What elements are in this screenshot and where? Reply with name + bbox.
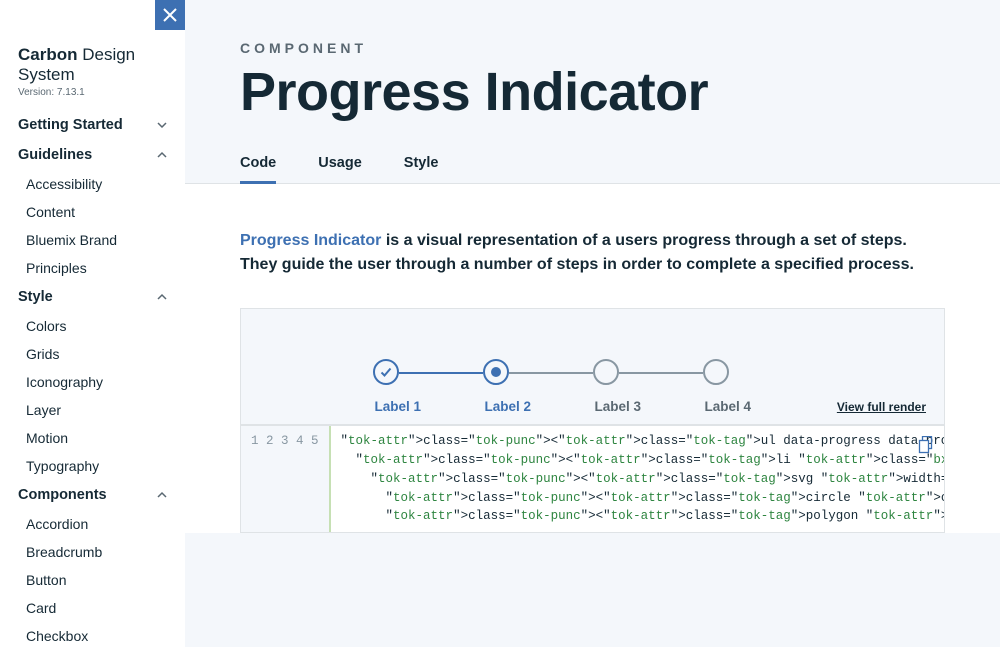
current-dot [491, 367, 501, 377]
step-label: Label 2 [483, 399, 532, 414]
nav-item-checkbox[interactable]: Checkbox [0, 622, 185, 650]
nav-item-grids[interactable]: Grids [0, 340, 185, 368]
tab-style[interactable]: Style [404, 149, 439, 183]
step-circle [703, 359, 729, 385]
eyebrow: COMPONENT [240, 40, 945, 56]
copy-code-button[interactable] [918, 436, 934, 461]
chevron-down-icon [157, 120, 167, 130]
nav-item-accordion[interactable]: Accordion [0, 510, 185, 538]
chevron-up-icon [157, 292, 167, 302]
step-label: Label 1 [373, 399, 422, 414]
code-gutter: 1 2 3 4 5 [241, 426, 331, 532]
page-title: Progress Indicator [240, 64, 945, 121]
example-container: Label 1 Label 2 Label 3 Label 4 View full r… [240, 308, 945, 425]
progress-step-4[interactable]: Label 4 [703, 359, 813, 414]
nav-item-typography[interactable]: Typography [0, 452, 185, 480]
step-connector [619, 372, 703, 374]
code-block: 1 2 3 4 5 "tok-attr">class="tok-punc"><"… [240, 425, 945, 533]
component-description: Progress Indicator is a visual represent… [240, 229, 920, 279]
view-full-render-link[interactable]: View full render [837, 400, 926, 414]
nav-section-style[interactable]: Style [0, 282, 185, 312]
progress-indicator-demo: Label 1 Label 2 Label 3 Label 4 [271, 359, 914, 414]
nav-item-principles[interactable]: Principles [0, 254, 185, 282]
chevron-up-icon [157, 150, 167, 160]
step-label: Label 3 [593, 399, 642, 414]
step-connector [399, 372, 483, 374]
page-header: COMPONENT Progress Indicator Code Usage St… [185, 0, 1000, 184]
nav-item-breadcrumb[interactable]: Breadcrumb [0, 538, 185, 566]
code-lines: "tok-attr">class="tok-punc"><"tok-attr">… [331, 426, 944, 532]
progress-step-1[interactable]: Label 1 [373, 359, 483, 414]
step-circle [373, 359, 399, 385]
tab-code[interactable]: Code [240, 149, 276, 183]
step-connector [509, 372, 593, 374]
nav-item-content[interactable]: Content [0, 198, 185, 226]
nav-item-colors[interactable]: Colors [0, 312, 185, 340]
content: Progress Indicator is a visual represent… [185, 184, 1000, 533]
chevron-up-icon [157, 490, 167, 500]
nav-item-iconography[interactable]: Iconography [0, 368, 185, 396]
nav-section-components[interactable]: Components [0, 480, 185, 510]
nav-item-button[interactable]: Button [0, 566, 185, 594]
step-circle [483, 359, 509, 385]
tab-strip: Code Usage Style [240, 149, 945, 183]
nav-item-motion[interactable]: Motion [0, 424, 185, 452]
progress-step-2[interactable]: Label 2 [483, 359, 593, 414]
progress-step-3[interactable]: Label 3 [593, 359, 703, 414]
close-icon [163, 8, 177, 22]
nav-item-layer[interactable]: Layer [0, 396, 185, 424]
nav-item-bluemix-brand[interactable]: Bluemix Brand [0, 226, 185, 254]
close-sidebar-button[interactable] [155, 0, 185, 30]
nav-item-card[interactable]: Card [0, 594, 185, 622]
brand-block: Carbon Design System Version: 7.13.1 [0, 30, 185, 110]
step-label: Label 4 [703, 399, 752, 414]
nav-section-guidelines[interactable]: Guidelines [0, 140, 185, 170]
component-link[interactable]: Progress Indicator [240, 232, 381, 249]
nav-item-accessibility[interactable]: Accessibility [0, 170, 185, 198]
sidebar-nav: Getting StartedGuidelinesAccessibilityCo… [0, 110, 185, 650]
check-icon [379, 365, 393, 379]
brand-title: Carbon Design System [18, 45, 167, 85]
nav-section-getting-started[interactable]: Getting Started [0, 110, 185, 140]
copy-icon [918, 436, 934, 454]
main-area: COMPONENT Progress Indicator Code Usage St… [185, 0, 1000, 647]
step-circle [593, 359, 619, 385]
brand-version: Version: 7.13.1 [18, 87, 167, 98]
sidebar: Carbon Design System Version: 7.13.1 Get… [0, 0, 185, 647]
tab-usage[interactable]: Usage [318, 149, 362, 183]
